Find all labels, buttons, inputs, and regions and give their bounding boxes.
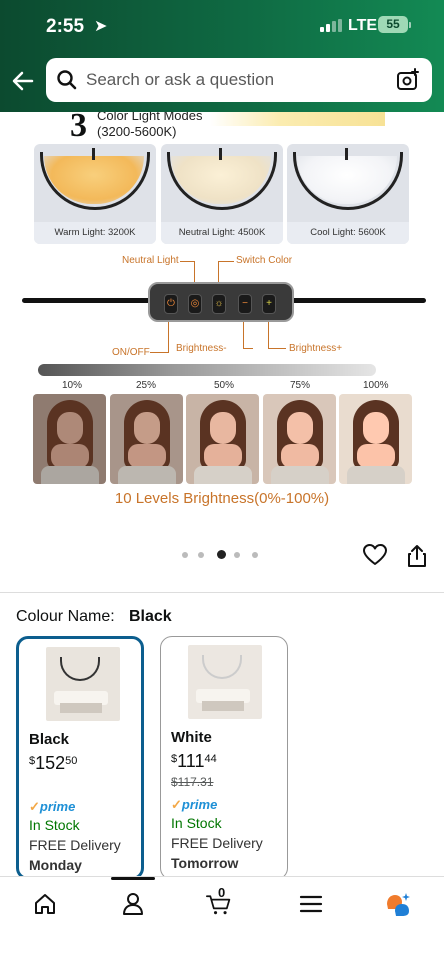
modes-highlight-band — [210, 112, 385, 126]
lamp-caption: Warm Light: 3200K — [34, 222, 156, 244]
product-image[interactable]: 3 Color Light Modes (3200-5600K) Warm Li… — [0, 112, 444, 532]
option-price: $15250 — [29, 753, 78, 773]
lamp-arc — [293, 152, 403, 210]
prime-badge: ✓prime — [29, 799, 76, 814]
modes-heading: Color Light Modes (3200-5600K) — [97, 112, 203, 140]
modes-title: Color Light Modes — [97, 112, 203, 123]
lamp-caption: Cool Light: 5600K — [287, 222, 409, 244]
delivery-text: FREE Delivery — [171, 835, 263, 851]
label-brightness-plus: Brightness+ — [289, 343, 343, 354]
leader-line — [243, 322, 244, 349]
leader-line — [243, 348, 253, 349]
battery-tip — [409, 22, 411, 28]
cart-count: 0 — [218, 885, 226, 900]
pct-label: 50% — [214, 380, 235, 391]
modes-number: 3 — [70, 112, 87, 144]
lamp-card-warm: Warm Light: 3200K — [34, 144, 156, 244]
lamp-card-cool: Cool Light: 5600K — [287, 144, 409, 244]
pct-label: 25% — [136, 380, 157, 391]
label-onoff: ON/OFF — [112, 347, 150, 358]
colour-option-white[interactable]: White $11144 $117.31 ✓prime In Stock FRE… — [160, 636, 288, 880]
brightness-gradient-bar — [38, 364, 376, 376]
delivery-text: FREE Delivery — [29, 837, 121, 853]
battery-icon: 55 — [378, 16, 408, 33]
brightness-caption: 10 Levels Brightness(0%-100%) — [114, 490, 330, 507]
menu-icon[interactable] — [298, 891, 324, 917]
search-icon — [57, 70, 77, 90]
app-header: 2:55 ➤ LTE 55 — [0, 0, 444, 112]
carousel-dot[interactable] — [198, 552, 204, 558]
lamp-controller: ⏻ ◎ ☼ − + — [148, 282, 294, 322]
leader-line — [180, 261, 194, 262]
option-name: White — [171, 729, 212, 746]
search-bar[interactable] — [46, 58, 432, 102]
colour-name-value: Black — [129, 608, 172, 625]
leader-line — [218, 261, 219, 283]
network-type: LTE — [348, 17, 378, 34]
stock-status: In Stock — [171, 815, 222, 831]
model-photo-75 — [263, 394, 336, 484]
colour-option-black[interactable]: Black $15250 ✓prime In Stock FREE Delive… — [16, 636, 144, 880]
heart-icon[interactable] — [363, 544, 387, 566]
carousel-dot[interactable] — [234, 552, 240, 558]
modes-range: (3200-5600K) — [97, 124, 177, 139]
delivery-day: Tomorrow — [171, 855, 239, 871]
account-icon[interactable] — [120, 891, 146, 917]
lamp-card-neutral: Neutral Light: 4500K — [161, 144, 283, 244]
stock-status: In Stock — [29, 817, 80, 833]
pct-label: 100% — [363, 380, 389, 391]
switch-button-icon: ☼ — [212, 294, 226, 314]
status-time: 2:55 — [46, 16, 85, 37]
model-photo-25 — [110, 394, 183, 484]
active-tab-indicator — [111, 877, 155, 880]
model-photo-50 — [186, 394, 259, 484]
carousel-dot[interactable] — [252, 552, 258, 558]
leader-line — [168, 322, 169, 353]
lamp-arc — [167, 152, 277, 210]
label-switch-color: Switch Color — [236, 255, 293, 266]
option-price: $11144 — [171, 751, 217, 771]
power-button-icon: ⏻ — [164, 294, 178, 314]
model-photo-100 — [339, 394, 412, 484]
prime-badge: ✓prime — [171, 797, 218, 812]
label-neutral-light: Neutral Light — [122, 255, 179, 266]
leader-line — [268, 348, 286, 349]
search-input[interactable] — [86, 68, 386, 92]
status-bar: 2:55 ➤ LTE 55 — [0, 0, 444, 54]
carousel-dot-active[interactable] — [217, 550, 226, 559]
rufus-icon[interactable] — [384, 891, 410, 917]
leader-line — [268, 322, 269, 349]
plus-button-icon: + — [262, 294, 276, 314]
label-brightness-minus: Brightness- — [176, 343, 227, 354]
signal-icon — [320, 19, 342, 32]
option-thumbnail — [46, 647, 120, 721]
leader-line — [218, 261, 234, 262]
neutral-button-icon: ◎ — [188, 294, 202, 314]
model-photo-10 — [33, 394, 106, 484]
delivery-day: Monday — [29, 857, 82, 873]
carousel-dot[interactable] — [182, 552, 188, 558]
camera-search-icon[interactable] — [396, 68, 420, 92]
back-arrow-icon[interactable] — [10, 68, 36, 94]
leader-line — [150, 352, 168, 353]
pct-label: 10% — [62, 380, 83, 391]
lamp-caption: Neutral Light: 4500K — [161, 222, 283, 244]
option-thumbnail — [188, 645, 262, 719]
option-name: Black — [29, 731, 70, 748]
pct-label: 75% — [290, 380, 311, 391]
home-icon[interactable] — [32, 891, 58, 917]
section-divider — [0, 592, 444, 593]
bottom-nav: 0 — [0, 876, 444, 960]
option-list-price: $117.31 — [171, 775, 214, 789]
leader-line — [194, 261, 195, 283]
share-icon[interactable] — [406, 544, 428, 568]
colour-name-label: Colour Name: — [16, 608, 115, 625]
lamp-arc — [40, 152, 150, 210]
location-arrow-icon: ➤ — [94, 18, 108, 35]
minus-button-icon: − — [238, 294, 252, 314]
